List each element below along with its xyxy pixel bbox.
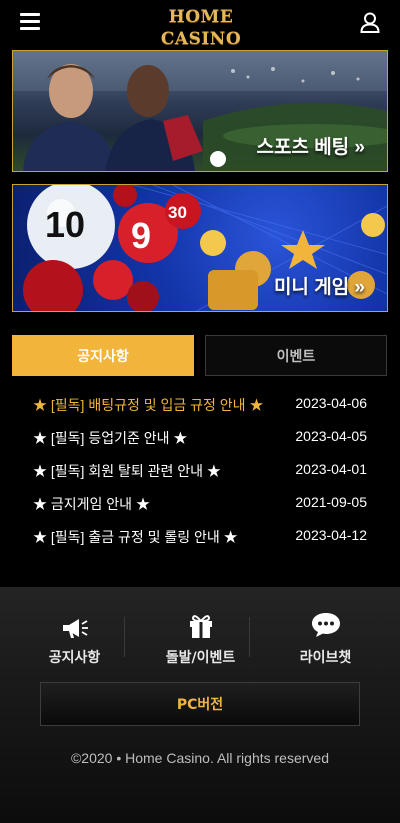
- footer-notice-button[interactable]: 공지사항: [8, 607, 141, 667]
- footer-divider: [124, 617, 125, 657]
- notice-date: 2023-04-12: [295, 527, 367, 543]
- copyright-text: ©2020 • Home Casino. All rights reserved: [70, 750, 329, 766]
- svg-text:30: 30: [168, 203, 187, 222]
- tab-event[interactable]: 이벤트: [205, 335, 387, 376]
- notice-title: ★ [필독] 회원 탈퇴 관련 안내 ★: [33, 463, 221, 479]
- user-profile-icon[interactable]: [360, 12, 380, 33]
- notice-date: 2023-04-06: [295, 395, 367, 411]
- svg-text:10: 10: [45, 204, 85, 245]
- hamburger-menu-icon[interactable]: [20, 13, 40, 31]
- notice-title: ★ 금지게임 안내 ★: [33, 496, 150, 512]
- footer-livechat-button[interactable]: 라이브챗: [259, 607, 392, 667]
- notice-title: ★ [필독] 배팅규정 및 입금 규정 안내 ★: [33, 397, 264, 413]
- footer-event-label: 돌발/이벤트: [165, 650, 236, 666]
- notice-row[interactable]: ★ 금지게임 안내 ★ 2021-09-05: [0, 487, 400, 520]
- footer-divider: [249, 617, 250, 657]
- pc-version-button[interactable]: PC버전: [40, 682, 360, 726]
- home-casino-logo[interactable]: HOME CASINO: [133, 6, 269, 58]
- notice-row[interactable]: ★ [필독] 출금 규정 및 롤링 안내 ★ 2023-04-12: [0, 520, 400, 553]
- megaphone-icon: [8, 607, 141, 639]
- sports-betting-banner[interactable]: 스포츠 베팅 »: [12, 50, 388, 172]
- notice-date: 2023-04-01: [295, 461, 367, 477]
- notice-row[interactable]: ★ [필독] 회원 탈퇴 관련 안내 ★ 2023-04-01: [0, 454, 400, 487]
- sports-betting-label: 스포츠 베팅 »: [256, 137, 365, 158]
- svg-text:9: 9: [131, 215, 151, 256]
- footer-notice-label: 공지사항: [48, 650, 101, 666]
- gift-icon: [134, 607, 267, 639]
- tab-notice[interactable]: 공지사항: [12, 335, 194, 376]
- notice-row[interactable]: ★ [필독] 배팅규정 및 입금 규정 안내 ★ 2023-04-06: [0, 388, 400, 421]
- notice-title: ★ [필독] 등업기준 안내 ★: [33, 430, 188, 446]
- notice-date: 2023-04-05: [295, 428, 367, 444]
- chat-icon: [259, 607, 392, 639]
- footer-event-button[interactable]: 돌발/이벤트: [134, 607, 267, 667]
- logo-text: HOME CASINO: [160, 7, 242, 49]
- footer: 공지사항 돌발/이벤트 라이브챗 PC버전 ©2020 • Home Casin…: [0, 587, 400, 823]
- mini-game-banner[interactable]: 10 9 30 미니 게임 »: [12, 184, 388, 312]
- notice-row[interactable]: ★ [필독] 등업기준 안내 ★ 2023-04-05: [0, 421, 400, 454]
- mini-game-label: 미니 게임 »: [273, 277, 365, 298]
- notice-title: ★ [필독] 출금 규정 및 롤링 안내 ★: [33, 529, 238, 545]
- notice-date: 2021-09-05: [295, 494, 367, 510]
- footer-livechat-label: 라이브챗: [299, 650, 352, 666]
- app-header: HOME CASINO: [0, 0, 400, 58]
